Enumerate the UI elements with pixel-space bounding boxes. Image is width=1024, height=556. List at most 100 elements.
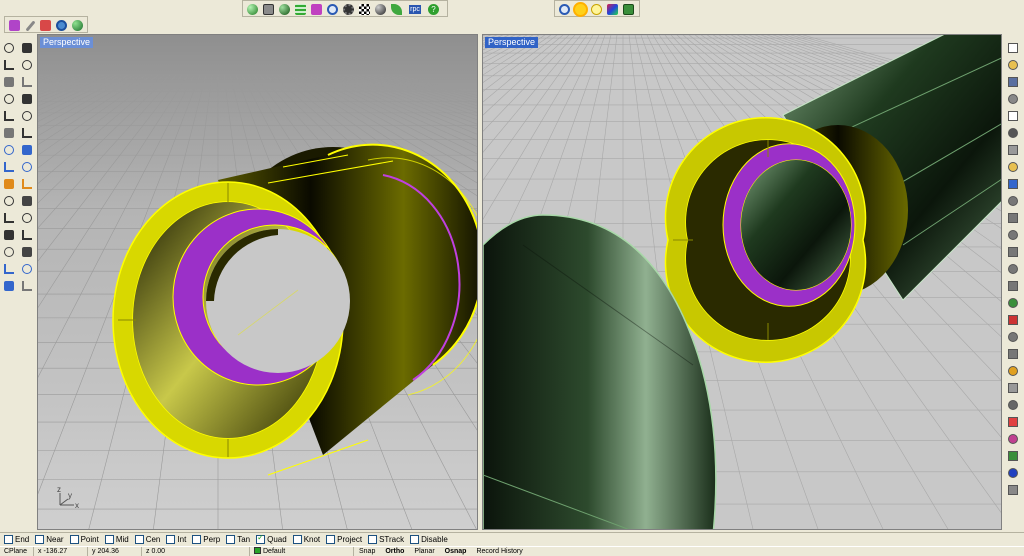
- zoom-icon[interactable]: [557, 2, 572, 17]
- osnap-checkbox[interactable]: [226, 534, 236, 544]
- undo-icon[interactable]: [1004, 176, 1021, 192]
- curve-icon[interactable]: [19, 57, 35, 72]
- osnap-cen[interactable]: Cen: [134, 534, 160, 544]
- camera-icon[interactable]: [621, 2, 636, 17]
- osnap-checkbox[interactable]: [410, 534, 420, 544]
- osnap-checkbox[interactable]: [134, 534, 144, 544]
- sun-icon[interactable]: [573, 2, 588, 17]
- cylinder-icon[interactable]: [1, 159, 17, 174]
- help-icon[interactable]: ?: [426, 2, 441, 17]
- osnap-perp[interactable]: Perp: [192, 534, 220, 544]
- fillet-curve-icon[interactable]: [19, 108, 35, 123]
- polygon-icon[interactable]: [1, 108, 17, 123]
- array-icon[interactable]: [1, 261, 17, 276]
- rectangle-icon[interactable]: [19, 91, 35, 106]
- osnap-tan[interactable]: Tan: [226, 534, 250, 544]
- figure-icon[interactable]: [309, 2, 324, 17]
- osnap-near[interactable]: Near: [35, 534, 64, 544]
- leaf-icon[interactable]: [389, 2, 404, 17]
- point-icon[interactable]: [19, 40, 35, 55]
- viewport-title-left[interactable]: Perspective: [40, 37, 94, 48]
- scale-icon[interactable]: [19, 261, 35, 276]
- viewport-perspective-left[interactable]: Perspective z x y: [37, 34, 478, 530]
- select-arrow-icon[interactable]: [1, 40, 17, 55]
- planar-toggle[interactable]: Planar: [409, 547, 439, 556]
- lock-icon[interactable]: [1004, 397, 1021, 413]
- dimension-icon[interactable]: [19, 278, 35, 293]
- rotate-icon[interactable]: [19, 227, 35, 242]
- record-history-toggle[interactable]: Record History: [471, 547, 527, 556]
- current-layer[interactable]: Default: [250, 546, 354, 556]
- sphere-icon[interactable]: [1004, 465, 1021, 481]
- move-icon[interactable]: [19, 193, 35, 208]
- save-icon[interactable]: [1004, 74, 1021, 90]
- viewport-right-canvas[interactable]: [483, 35, 1002, 530]
- rotate-3d-icon[interactable]: [19, 244, 35, 259]
- zoom-window-icon[interactable]: [1004, 244, 1021, 260]
- osnap-checkbox[interactable]: [326, 534, 336, 544]
- rotate-view-icon[interactable]: [1004, 210, 1021, 226]
- polyline-icon[interactable]: [1, 57, 17, 72]
- osnap-mid[interactable]: Mid: [104, 534, 129, 544]
- car-icon[interactable]: [1004, 312, 1021, 328]
- globe-icon[interactable]: [70, 18, 85, 33]
- drape-icon[interactable]: [1, 193, 17, 208]
- four-views-icon[interactable]: [1004, 295, 1021, 311]
- palette-icon[interactable]: [1004, 448, 1021, 464]
- cut-icon[interactable]: [1004, 125, 1021, 141]
- viewport-title-right[interactable]: Perspective: [485, 37, 539, 48]
- import-icon[interactable]: [1004, 108, 1021, 124]
- osnap-end[interactable]: End: [4, 534, 29, 544]
- lightbulb-icon[interactable]: [589, 2, 604, 17]
- texture-icon[interactable]: [605, 2, 620, 17]
- gear-curve-icon[interactable]: [1, 125, 17, 140]
- trim-icon[interactable]: [19, 125, 35, 140]
- explode-icon[interactable]: [19, 176, 35, 191]
- render-icon[interactable]: [277, 2, 292, 17]
- boolean-icon[interactable]: [1, 176, 17, 191]
- viewport-left-canvas[interactable]: z x y: [38, 35, 478, 530]
- paste-icon[interactable]: [1004, 159, 1021, 175]
- new-file-icon[interactable]: [1004, 40, 1021, 56]
- box-icon[interactable]: [1, 142, 17, 157]
- grid-icon[interactable]: [293, 2, 308, 17]
- search-icon[interactable]: [54, 18, 69, 33]
- search-icon[interactable]: [325, 2, 340, 17]
- arrow-icon[interactable]: [1004, 482, 1021, 498]
- link-icon[interactable]: [1004, 363, 1021, 379]
- ortho-toggle[interactable]: Ortho: [380, 547, 409, 556]
- osnap-checkbox[interactable]: [4, 534, 13, 544]
- surface-icon[interactable]: [19, 142, 35, 157]
- snap-toggle[interactable]: Snap: [354, 547, 380, 556]
- sweep-icon[interactable]: [1, 210, 17, 225]
- osnap-checkbox[interactable]: [192, 534, 202, 544]
- mesh-icon[interactable]: [1, 278, 17, 293]
- zoom-selected-icon[interactable]: [1004, 278, 1021, 294]
- pan-hand-icon[interactable]: [1004, 193, 1021, 209]
- viewport-perspective-right[interactable]: Perspective: [482, 34, 1002, 530]
- brush-icon[interactable]: [39, 18, 54, 33]
- circle-icon[interactable]: [1, 74, 17, 89]
- layers-icon[interactable]: [261, 2, 276, 17]
- osnap-checkbox[interactable]: [69, 534, 79, 544]
- copy-icon[interactable]: [1004, 142, 1021, 158]
- osnap-checkbox[interactable]: [292, 534, 302, 544]
- osnap-knot[interactable]: Knot: [292, 534, 320, 544]
- circle-alt-icon[interactable]: [19, 74, 35, 89]
- network-icon[interactable]: [19, 210, 35, 225]
- gear-icon[interactable]: [341, 2, 356, 17]
- render-globe-icon[interactable]: [373, 2, 388, 17]
- plane-surface-icon[interactable]: [19, 159, 35, 174]
- osnap-checkbox[interactable]: [368, 534, 378, 544]
- light-icon[interactable]: [1004, 380, 1021, 396]
- osnap-checkbox[interactable]: [104, 534, 114, 544]
- open-folder-icon[interactable]: [1004, 57, 1021, 73]
- layers-icon[interactable]: [1004, 414, 1021, 430]
- osnap-point[interactable]: Point: [69, 534, 99, 544]
- osnap-strack[interactable]: STrack: [368, 534, 404, 544]
- sphere-icon[interactable]: [245, 2, 260, 17]
- paint-icon[interactable]: [7, 18, 22, 33]
- torus-icon[interactable]: [1, 244, 17, 259]
- bend-icon[interactable]: [1, 227, 17, 242]
- eye-icon[interactable]: [1004, 329, 1021, 345]
